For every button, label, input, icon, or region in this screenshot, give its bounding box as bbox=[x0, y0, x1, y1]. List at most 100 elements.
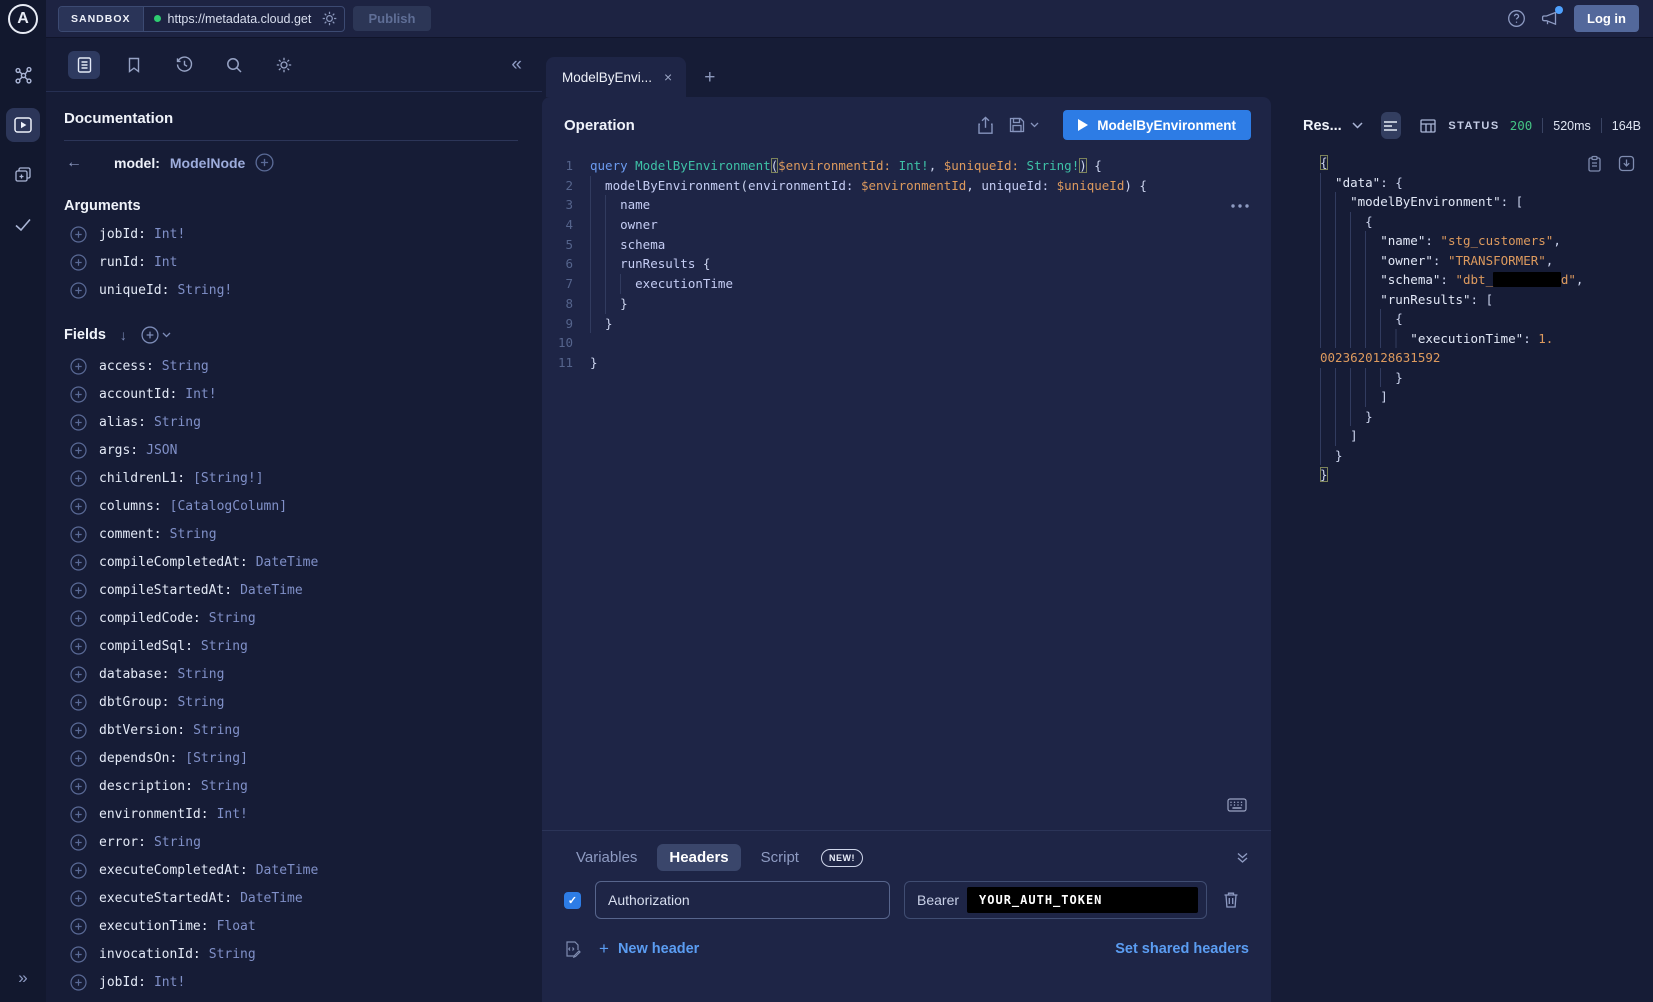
add-field-icon[interactable] bbox=[70, 610, 87, 627]
add-field-icon[interactable] bbox=[70, 890, 87, 907]
search-tab-icon[interactable] bbox=[218, 51, 250, 79]
field-type[interactable]: Int bbox=[154, 255, 177, 270]
header-enabled-checkbox[interactable]: ✓ bbox=[564, 892, 581, 909]
add-field-icon[interactable] bbox=[70, 694, 87, 711]
field-type[interactable]: DateTime bbox=[256, 555, 319, 570]
close-tab-icon[interactable]: × bbox=[664, 69, 672, 85]
field-type[interactable]: Int! bbox=[154, 975, 185, 990]
add-field-icon[interactable] bbox=[70, 918, 87, 935]
add-field-icon[interactable] bbox=[70, 862, 87, 879]
field-type[interactable]: Int! bbox=[185, 387, 216, 402]
endpoint-settings-gear-icon[interactable] bbox=[321, 10, 338, 27]
copy-response-icon[interactable] bbox=[1587, 155, 1602, 173]
publish-button[interactable]: Publish bbox=[353, 6, 432, 31]
add-field-icon[interactable] bbox=[70, 946, 87, 963]
field-type[interactable]: String bbox=[154, 835, 201, 850]
endpoint-url-field[interactable]: https://metadata.cloud.get bbox=[144, 7, 344, 31]
collapse-panel-icon[interactable] bbox=[1236, 851, 1249, 864]
changelog-icon[interactable] bbox=[6, 158, 40, 192]
apollo-logo[interactable]: A bbox=[8, 4, 38, 34]
field-type[interactable]: String! bbox=[177, 283, 232, 298]
tab-variables[interactable]: Variables bbox=[564, 844, 649, 871]
query-editor[interactable]: 1query ModelByEnvironment($environmentId… bbox=[542, 146, 1271, 830]
field-type[interactable]: Int! bbox=[217, 807, 248, 822]
documentation-tab-icon[interactable] bbox=[68, 51, 100, 79]
header-value-field[interactable]: Bearer YOUR_AUTH_TOKEN bbox=[904, 881, 1207, 919]
field-type[interactable]: [String] bbox=[185, 751, 248, 766]
add-field-icon[interactable] bbox=[70, 582, 87, 599]
add-field-icon[interactable] bbox=[70, 750, 87, 767]
keyboard-shortcuts-icon[interactable] bbox=[1227, 798, 1247, 812]
share-operation-icon[interactable] bbox=[977, 116, 994, 135]
bookmarks-tab-icon[interactable] bbox=[118, 51, 150, 79]
sort-fields-icon[interactable]: ↓ bbox=[120, 327, 127, 343]
field-type[interactable]: String bbox=[170, 527, 217, 542]
add-field-icon[interactable] bbox=[70, 226, 87, 243]
delete-header-icon[interactable] bbox=[1223, 891, 1239, 909]
table-view-icon[interactable] bbox=[1419, 112, 1439, 139]
field-type[interactable]: DateTime bbox=[240, 583, 303, 598]
field-type[interactable]: String bbox=[177, 667, 224, 682]
response-dropdown-icon[interactable] bbox=[1352, 122, 1363, 129]
field-type[interactable]: DateTime bbox=[240, 891, 303, 906]
announcements-megaphone-icon[interactable] bbox=[1540, 9, 1560, 28]
add-field-icon[interactable] bbox=[70, 358, 87, 375]
field-type[interactable]: String bbox=[201, 639, 248, 654]
add-field-icon[interactable] bbox=[70, 526, 87, 543]
response-title[interactable]: Res... bbox=[1303, 118, 1342, 134]
tab-headers[interactable]: Headers bbox=[657, 844, 740, 871]
field-type[interactable]: [String!] bbox=[193, 471, 263, 486]
format-json-view-icon[interactable] bbox=[1381, 112, 1401, 139]
back-arrow-icon[interactable]: ← bbox=[66, 154, 82, 172]
add-field-icon[interactable] bbox=[70, 282, 87, 299]
add-field-icon[interactable] bbox=[70, 386, 87, 403]
edit-as-json-icon[interactable] bbox=[564, 940, 581, 958]
login-button[interactable]: Log in bbox=[1574, 5, 1639, 32]
help-icon[interactable] bbox=[1507, 9, 1526, 28]
add-field-icon[interactable] bbox=[70, 554, 87, 571]
history-tab-icon[interactable] bbox=[168, 51, 200, 79]
download-response-icon[interactable] bbox=[1618, 155, 1635, 173]
operation-tab[interactable]: ModelByEnvi... × bbox=[546, 57, 686, 97]
field-type[interactable]: DateTime bbox=[256, 863, 319, 878]
breadcrumb-type[interactable]: ModelNode bbox=[170, 155, 245, 171]
explorer-icon[interactable] bbox=[6, 108, 40, 142]
new-tab-icon[interactable]: + bbox=[704, 67, 715, 89]
collapse-docs-icon[interactable]: « bbox=[511, 54, 522, 76]
field-type[interactable]: [CatalogColumn] bbox=[170, 499, 287, 514]
new-header-button[interactable]: + New header bbox=[599, 939, 699, 959]
editor-menu-icon[interactable] bbox=[1231, 204, 1249, 208]
field-type[interactable]: String bbox=[154, 415, 201, 430]
field-type[interactable]: String bbox=[193, 723, 240, 738]
auth-token-value[interactable]: YOUR_AUTH_TOKEN bbox=[967, 887, 1198, 913]
field-type[interactable]: String bbox=[162, 359, 209, 374]
checks-icon[interactable] bbox=[6, 208, 40, 242]
schema-graph-icon[interactable] bbox=[6, 58, 40, 92]
add-field-icon[interactable] bbox=[70, 414, 87, 431]
add-field-icon[interactable] bbox=[70, 442, 87, 459]
add-field-icon[interactable] bbox=[70, 254, 87, 271]
header-key-input[interactable] bbox=[595, 881, 890, 919]
field-type[interactable]: JSON bbox=[146, 443, 177, 458]
add-field-icon[interactable] bbox=[70, 666, 87, 683]
settings-tab-icon[interactable] bbox=[268, 51, 300, 79]
field-type[interactable]: String bbox=[177, 695, 224, 710]
add-field-icon[interactable] bbox=[70, 722, 87, 739]
add-field-icon[interactable] bbox=[70, 778, 87, 795]
expand-rail-icon[interactable]: » bbox=[0, 968, 46, 988]
add-field-icon[interactable] bbox=[70, 498, 87, 515]
save-operation-button[interactable] bbox=[1008, 116, 1039, 134]
set-shared-headers-link[interactable]: Set shared headers bbox=[1115, 941, 1249, 957]
tab-script[interactable]: Script bbox=[749, 844, 811, 871]
field-type[interactable]: String bbox=[209, 611, 256, 626]
add-fields-dropdown[interactable] bbox=[141, 326, 171, 344]
add-field-icon[interactable] bbox=[70, 806, 87, 823]
add-all-fields-icon[interactable] bbox=[255, 153, 274, 172]
field-type[interactable]: String bbox=[209, 947, 256, 962]
add-field-icon[interactable] bbox=[70, 638, 87, 655]
field-type[interactable]: String bbox=[201, 779, 248, 794]
sandbox-chip[interactable]: SANDBOX bbox=[59, 7, 144, 31]
add-field-icon[interactable] bbox=[70, 834, 87, 851]
field-type[interactable]: Float bbox=[217, 919, 256, 934]
add-field-icon[interactable] bbox=[70, 470, 87, 487]
